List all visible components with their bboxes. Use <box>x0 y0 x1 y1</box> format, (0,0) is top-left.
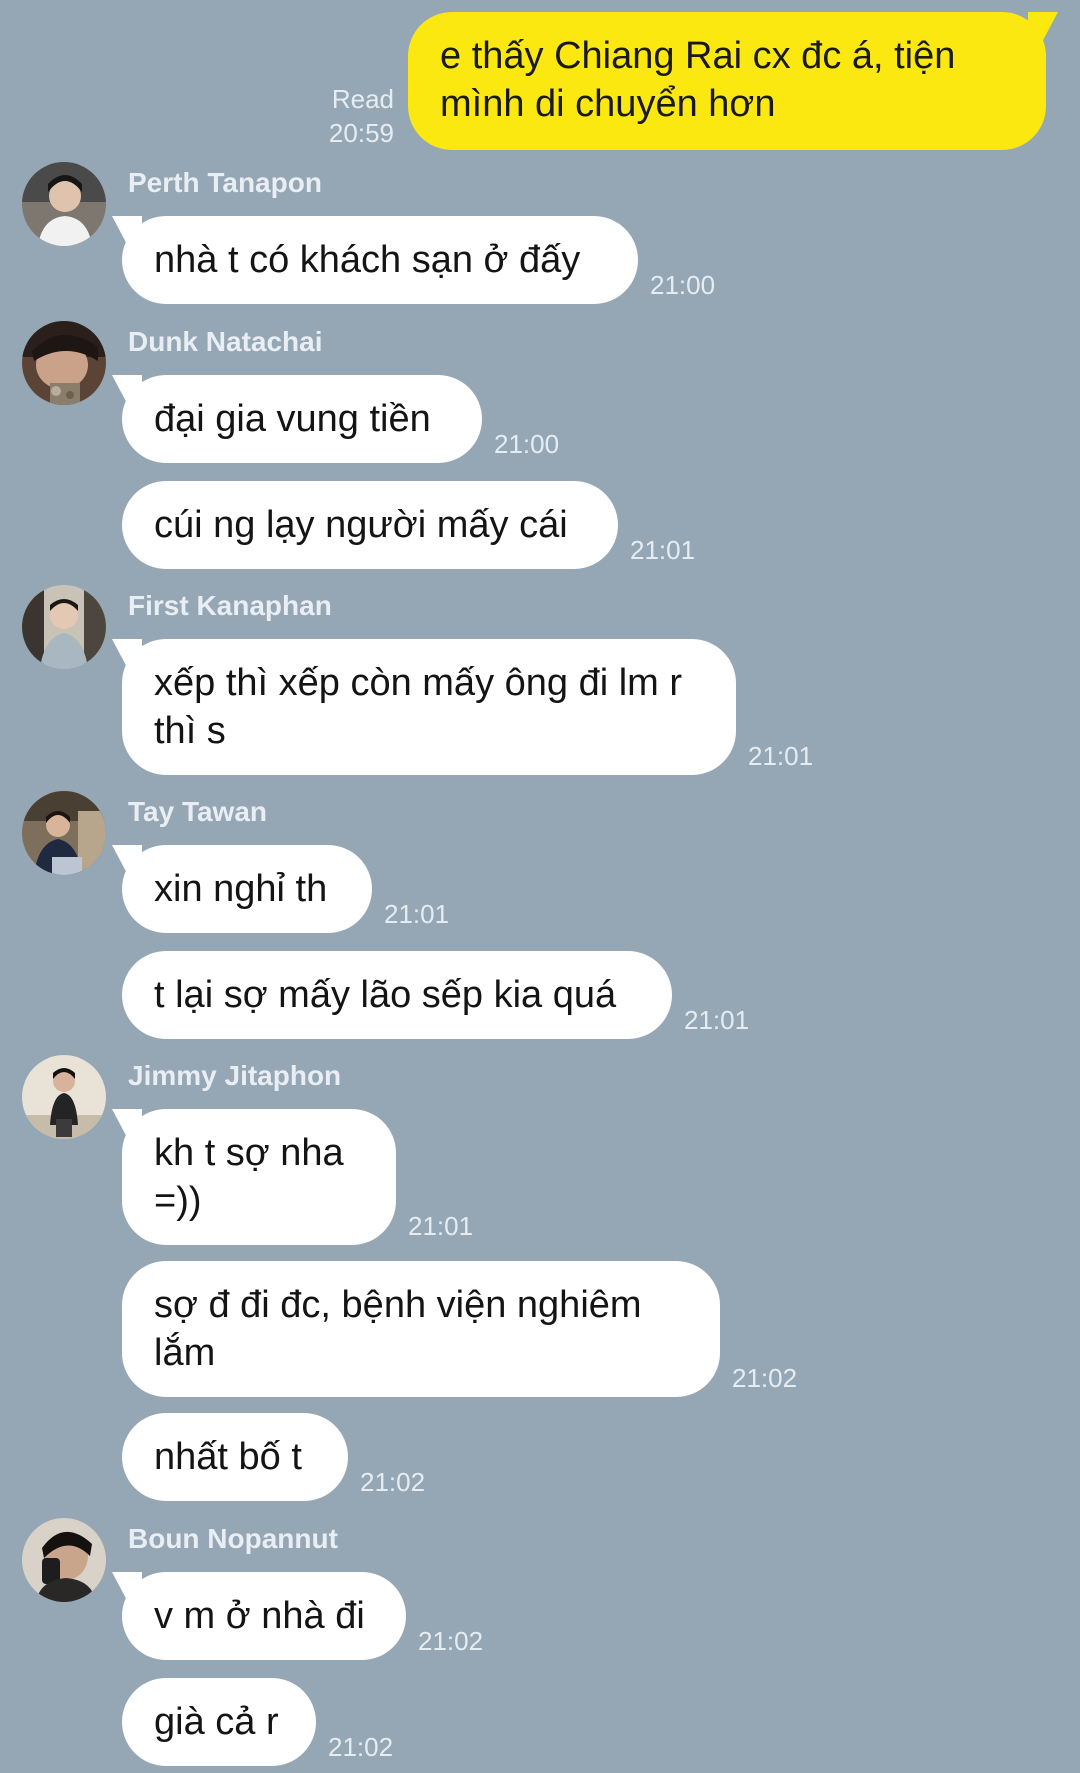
outgoing-meta: Read 20:59 <box>329 82 394 150</box>
avatar[interactable] <box>22 321 106 405</box>
avatar[interactable] <box>22 791 106 875</box>
message-row: sợ đ đi đc, bệnh viện nghiêm lắm 21:02 <box>122 1261 797 1397</box>
read-receipt: Read <box>331 84 394 114</box>
message-row: v m ở nhà đi 21:02 <box>122 1572 483 1660</box>
message-bubble[interactable]: cúi ng lạy người mấy cái <box>122 481 618 569</box>
message-bubble[interactable]: nhất bố t <box>122 1413 348 1501</box>
message-row: xin nghỉ th 21:01 <box>122 845 449 933</box>
message-bubble[interactable]: t lại sợ mấy lão sếp kia quá <box>122 951 672 1039</box>
sender-name: Boun Nopannut <box>128 1523 338 1554</box>
message-row: nhà t có khách sạn ở đấy 21:00 <box>122 216 715 304</box>
message-row: t lại sợ mấy lão sếp kia quá 21:01 <box>122 951 749 1039</box>
message-row: xếp thì xếp còn mấy ông đi lm r thì s 21… <box>122 639 813 775</box>
message-row: già cả r 21:02 <box>122 1678 393 1766</box>
message-time: 21:01 <box>748 741 814 771</box>
avatar[interactable] <box>22 585 106 669</box>
message-bubble[interactable]: nhà t có khách sạn ở đấy <box>122 216 638 304</box>
avatar[interactable] <box>22 162 106 246</box>
message-row: kh t sợ nha =)) 21:01 <box>122 1109 473 1245</box>
message-time: 21:01 <box>408 1211 474 1241</box>
message-time: 21:00 <box>494 429 560 459</box>
message-time: 21:02 <box>418 1626 484 1656</box>
message-time: 21:01 <box>384 899 450 929</box>
message-bubble[interactable]: kh t sợ nha =)) <box>122 1109 396 1245</box>
avatar[interactable] <box>22 1518 106 1602</box>
outgoing-message: Read 20:59 e thấy Chiang Rai cx đc á, ti… <box>329 12 1046 150</box>
sender-name: Tay Tawan <box>128 796 268 827</box>
message-time: 21:02 <box>360 1467 426 1497</box>
message-time: 21:02 <box>732 1363 798 1393</box>
message-bubble[interactable]: v m ở nhà đi <box>122 1572 406 1660</box>
message-bubble[interactable]: già cả r <box>122 1678 316 1766</box>
message-bubble[interactable]: xếp thì xếp còn mấy ông đi lm r thì s <box>122 639 736 775</box>
sender-name: Perth Tanapon <box>128 167 322 198</box>
message-time: 21:02 <box>328 1732 394 1762</box>
sender-name: First Kanaphan <box>128 590 332 621</box>
message-bubble[interactable]: đại gia vung tiền <box>122 375 482 463</box>
message-row: nhất bố t 21:02 <box>122 1413 425 1501</box>
message-row: đại gia vung tiền 21:00 <box>122 375 559 463</box>
sender-name: Dunk Natachai <box>128 326 323 357</box>
message-bubble[interactable]: xin nghỉ th <box>122 845 372 933</box>
message-time: 21:01 <box>684 1005 750 1035</box>
chat-history[interactable]: Read 20:59 e thấy Chiang Rai cx đc á, ti… <box>0 0 1080 1773</box>
message-row: cúi ng lạy người mấy cái 21:01 <box>122 481 695 569</box>
message-bubble[interactable]: e thấy Chiang Rai cx đc á, tiện mình di … <box>408 12 1046 150</box>
message-time: 21:01 <box>630 535 696 565</box>
avatar[interactable] <box>22 1055 106 1139</box>
message-time: 21:00 <box>650 270 716 300</box>
message-time: 20:59 <box>328 118 394 148</box>
message-bubble[interactable]: sợ đ đi đc, bệnh viện nghiêm lắm <box>122 1261 720 1397</box>
sender-name: Jimmy Jitaphon <box>128 1060 342 1091</box>
